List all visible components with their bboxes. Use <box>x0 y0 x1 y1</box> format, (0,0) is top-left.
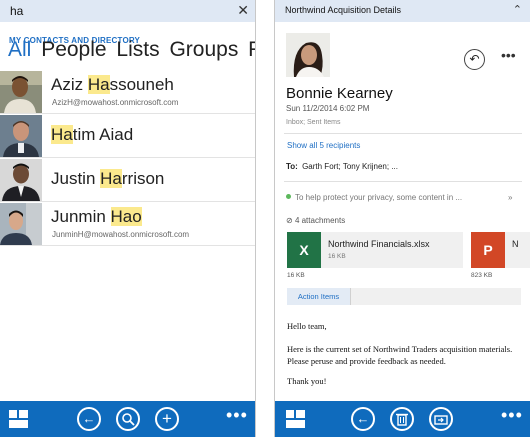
contact-name: Justin Harrison <box>51 169 165 188</box>
info-dot-icon <box>286 194 291 199</box>
to-recipients: To: Garth Fort; Tony Krijnen; ... <box>286 162 398 171</box>
privacy-notice[interactable]: To help protect your privacy, some conte… <box>286 193 462 202</box>
back-icon[interactable]: ← <box>77 407 101 431</box>
recipient-names[interactable]: Garth Fort; Tony Krijnen; ... <box>302 162 398 171</box>
contact-row[interactable]: Aziz Hassouneh AzizH@mowahost.onmicrosof… <box>0 70 255 114</box>
contact-row[interactable]: Junmin Hao JunminH@mowahost.onmicrosoft.… <box>0 202 255 246</box>
screen-gap <box>256 0 274 437</box>
attachment-size: 823 KB <box>471 272 493 279</box>
chevron-up-icon[interactable]: ⌃ <box>513 3 522 16</box>
add-icon[interactable]: + <box>155 407 179 431</box>
email-greeting: Hello team, <box>287 321 327 331</box>
app-bar: ← ••• <box>275 401 530 437</box>
contact-name: Hatim Aiad <box>51 125 134 144</box>
contact-row[interactable]: Hatim Aiad <box>0 114 255 158</box>
tiles-icon[interactable] <box>9 410 28 428</box>
people-search-screen: ha ✕ MY CONTACTS AND DIRECTORY All Peopl… <box>0 0 256 437</box>
divider <box>284 181 522 182</box>
show-recipients-link[interactable]: Show all 5 recipients <box>287 141 360 150</box>
attachment-name: N <box>512 239 519 249</box>
pivot-people[interactable]: People <box>41 38 106 61</box>
contact-name: Junmin Hao <box>51 207 142 226</box>
action-items-tab[interactable]: Action Items <box>287 288 351 305</box>
contact-list: Aziz Hassouneh AzizH@mowahost.onmicrosof… <box>0 70 255 246</box>
pivot-header: All People Lists Groups R <box>8 38 255 62</box>
attachment-size: 16 KB <box>287 272 305 279</box>
delete-icon[interactable] <box>390 407 414 431</box>
excel-icon: X <box>287 232 321 268</box>
more-options-icon[interactable]: ••• <box>501 47 516 63</box>
attachment-item[interactable]: X Northwind Financials.xlsx 16 KB <box>287 232 463 268</box>
pivot-lists[interactable]: Lists <box>116 38 159 61</box>
pivot-groups[interactable]: Groups <box>169 38 238 61</box>
paperclip-icon: ⊘ <box>286 216 293 225</box>
email-reading-screen: Northwind Acquisition Details ⌃ ↶ ••• Bo… <box>274 0 530 437</box>
close-icon[interactable]: ✕ <box>237 2 249 19</box>
email-subject: Northwind Acquisition Details <box>285 5 402 15</box>
reply-icon[interactable]: ↶ <box>464 49 485 70</box>
pivot-all[interactable]: All <box>8 38 31 61</box>
avatar <box>0 115 42 157</box>
attachment-size: 16 KB <box>328 253 346 260</box>
avatar <box>0 203 42 245</box>
avatar <box>0 159 42 201</box>
move-icon[interactable] <box>429 407 453 431</box>
sender-name: Bonnie Kearney <box>286 85 393 102</box>
app-bar: ← + ••• <box>0 401 255 437</box>
sent-date: Sun 11/2/2014 6:02 PM <box>286 104 370 113</box>
avatar <box>0 71 42 113</box>
sender-avatar[interactable] <box>286 33 330 77</box>
attachments-count: ⊘ 4 attachments <box>286 216 346 225</box>
back-icon[interactable]: ← <box>351 407 375 431</box>
search-input[interactable]: ha <box>10 4 23 18</box>
contact-name: Aziz Hassouneh <box>51 75 174 94</box>
attachment-name: Northwind Financials.xlsx <box>328 239 430 249</box>
contact-row[interactable]: Justin Harrison <box>0 158 255 202</box>
attachment-item[interactable]: P N <box>471 232 530 268</box>
search-icon[interactable] <box>116 407 140 431</box>
divider <box>284 133 522 134</box>
more-icon[interactable]: ••• <box>226 405 248 426</box>
tiles-icon[interactable] <box>286 410 305 428</box>
folder-label: Inbox; Sent Items <box>286 119 341 126</box>
email-body: Here is the current set of Northwind Tra… <box>287 344 513 366</box>
pivot-rooms[interactable]: R <box>248 38 255 61</box>
action-bar: Action Items <box>287 288 521 305</box>
contact-email: AzizH@mowahost.onmicrosoft.com <box>52 98 179 107</box>
search-bar[interactable]: ha ✕ <box>0 0 255 22</box>
email-closing: Thank you! <box>287 376 327 386</box>
chevron-down-icon[interactable]: » <box>508 193 512 202</box>
powerpoint-icon: P <box>471 232 505 268</box>
contact-email: JunminH@mowahost.onmicrosoft.com <box>52 230 190 239</box>
email-header-bar: Northwind Acquisition Details ⌃ <box>275 0 530 22</box>
more-icon[interactable]: ••• <box>501 405 523 426</box>
